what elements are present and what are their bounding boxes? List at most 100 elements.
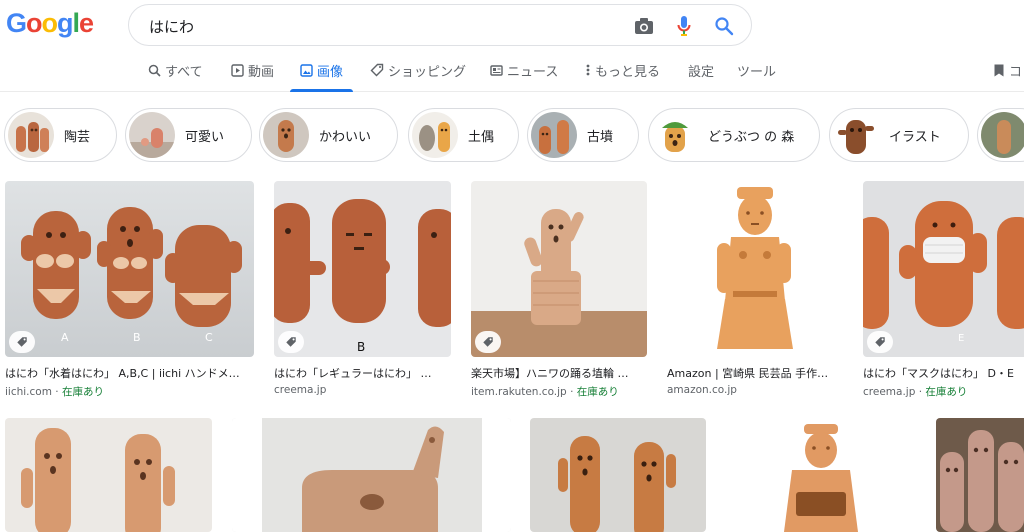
tag-icon [370,63,384,77]
label-letter: B [357,340,365,354]
search-box[interactable]: はにわ [128,4,752,46]
tab-images[interactable]: 画像 [289,48,354,92]
result-image[interactable] [471,181,647,357]
stock-status: 在庫あり [925,386,968,398]
source-domain: iichi.com [5,386,52,398]
image-result[interactable] [936,418,1024,532]
search-icon[interactable] [712,14,736,38]
tab-news[interactable]: ニュース [490,48,558,92]
result-image[interactable] [667,181,843,357]
tab-tools[interactable]: ツール [737,48,776,92]
product-tag-icon [867,331,893,353]
chip-label: 可愛い [185,129,225,145]
tab-label: 設定 [688,64,715,80]
image-icon [300,63,313,77]
chip-dogu[interactable]: 土偶 [408,108,519,162]
tab-label: ツール [737,64,777,80]
image-result[interactable]: E はにわ「マスクはにわ」 D・E creema.jp · 在庫あり [863,181,1024,399]
label-letter: E [958,333,964,344]
tab-label: 画像 [317,64,344,80]
image-result[interactable] [726,418,916,532]
result-title[interactable]: はにわ「マスクはにわ」 D・E [863,365,1024,381]
search-icon [148,64,161,77]
related-chips: 陶芸 可愛い かわいい 土偶 古墳 どうぶつ の 森 イラスト [0,108,1024,164]
tab-shopping[interactable]: ショッピング [370,48,466,92]
chip-pottery[interactable]: 陶芸 [4,108,117,162]
chip-thumbnail [981,112,1024,158]
bookmark-icon [993,63,1005,78]
camera-icon[interactable] [632,14,656,38]
product-tag-icon [475,331,501,353]
result-title[interactable]: Amazon | 宮崎県 民芸品 手作… [667,365,843,381]
chip-label: 土偶 [468,129,495,145]
tab-label: すべて [165,64,203,80]
logo-letter: e [79,8,94,38]
image-result[interactable] [5,418,212,532]
separator: · [566,386,577,398]
collections-label: コ [1009,64,1023,80]
result-image[interactable]: B [274,181,451,357]
image-result[interactable]: A B C はにわ「水着はにわ」 A,B,C | iichi ハンドメ… iic… [5,181,254,399]
result-source: iichi.com · 在庫あり [5,384,254,399]
image-result[interactable] [530,418,706,532]
chip-thumbnail [263,112,309,158]
chip-thumbnail [412,112,458,158]
chip-label: 古墳 [587,129,614,145]
logo-letter: g [57,8,73,38]
label-letter: C [205,331,213,344]
chip-more[interactable] [977,108,1024,162]
tab-label: ショッピング [388,64,467,80]
tab-label: ニュース [507,64,559,80]
logo-letter: o [26,8,42,38]
product-tag-icon [278,331,304,353]
image-result[interactable]: 楽天市場】ハニワの踊る埴輪 … item.rakuten.co.jp · 在庫あ… [471,181,647,399]
result-title[interactable]: はにわ「レギュラーはにわ」 … [274,365,451,381]
separator: · [51,386,62,398]
label-letter: A [61,331,69,344]
chip-animal-crossing[interactable]: どうぶつ の 森 [648,108,820,162]
collections-link[interactable]: コ [993,48,1022,92]
image-result[interactable]: Amazon | 宮崎県 民芸品 手作… amazon.co.jp [667,181,843,396]
chip-label: 陶芸 [64,129,91,145]
logo-letter: G [6,8,27,38]
news-icon [490,64,503,77]
product-tag-icon [9,331,35,353]
result-image[interactable]: E [863,181,1024,357]
chip-cute[interactable]: 可愛い [125,108,252,162]
source-domain: creema.jp [274,384,327,396]
result-source: amazon.co.jp [667,384,843,396]
google-logo[interactable]: Google [6,8,94,38]
tab-videos[interactable]: 動画 [231,48,274,92]
separator: · [915,386,926,398]
chip-kawaii[interactable]: かわいい [259,108,398,162]
source-domain: amazon.co.jp [667,384,737,396]
image-result[interactable]: B はにわ「レギュラーはにわ」 … creema.jp [274,181,451,396]
search-input[interactable]: はにわ [149,16,194,37]
stock-status: 在庫あり [576,386,619,398]
result-source: creema.jp [274,384,451,396]
microphone-icon[interactable] [672,14,696,38]
logo-letter: o [41,8,58,38]
chip-label: イラスト [889,129,941,145]
search-tabs: すべて 動画 画像 ショッピング ニュース もっと見る 設定 ツール コ [0,48,1024,92]
more-vert-icon [585,63,591,77]
chip-thumbnail [8,112,54,158]
tab-more[interactable]: もっと見る [585,48,660,92]
image-result[interactable] [232,418,511,532]
tab-settings[interactable]: 設定 [688,48,714,92]
chip-thumbnail [652,112,698,158]
source-domain: item.rakuten.co.jp [471,386,567,398]
chip-kofun[interactable]: 古墳 [527,108,639,162]
chip-label: かわいい [319,129,372,145]
label-letter: B [133,331,141,344]
tab-all[interactable]: すべて [148,48,203,92]
result-image[interactable]: A B C [5,181,254,357]
result-title[interactable]: 楽天市場】ハニワの踊る埴輪 … [471,365,647,381]
result-title[interactable]: はにわ「水着はにわ」 A,B,C | iichi ハンドメ… [5,365,254,381]
chip-thumbnail [531,112,577,158]
chip-illustration[interactable]: イラスト [829,108,969,162]
tab-label: もっと見る [595,64,661,80]
chip-label: どうぶつ の 森 [708,129,795,145]
tab-label: 動画 [248,64,275,80]
chip-thumbnail [129,112,175,158]
